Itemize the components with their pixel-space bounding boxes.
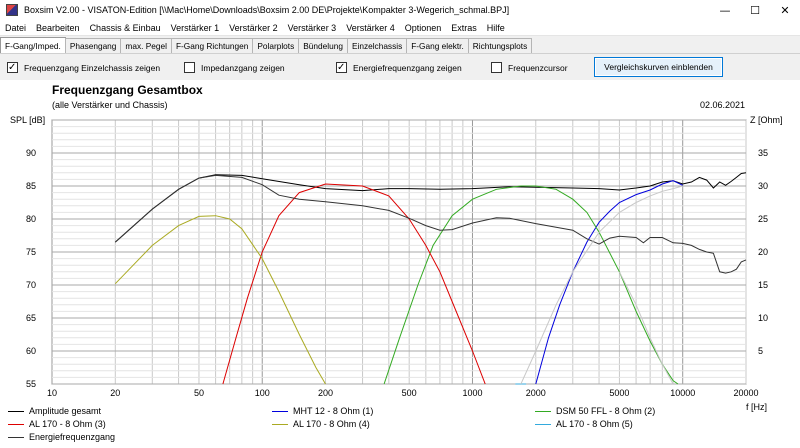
y-tick-label: 65 [26, 313, 36, 323]
option-impedanz-label: Impedanzgang zeigen [201, 62, 285, 73]
x-tick-label: 200 [318, 388, 333, 398]
legend-swatch [8, 436, 24, 438]
y-tick-label: 90 [26, 148, 36, 158]
y2-tick-label: 20 [758, 247, 768, 257]
legend-label: MHT 12 - 8 Ohm (1) [293, 406, 374, 416]
option-impedanz[interactable]: Impedanzgang zeigen [184, 61, 285, 74]
legend-al170-4: AL 170 - 8 Ohm (4) [272, 419, 370, 429]
x-tick-label: 5000 [609, 388, 629, 398]
plot-panel: Frequenzgang Gesamtbox (alle Verstärker … [0, 80, 800, 448]
y-tick-label: 60 [26, 346, 36, 356]
y2-tick-label: 30 [758, 181, 768, 191]
tab-buendelung[interactable]: Bündelung [298, 38, 348, 53]
x-tick-label: 50 [194, 388, 204, 398]
y-tick-label: 85 [26, 181, 36, 191]
menu-hilfe[interactable]: Hilfe [482, 23, 510, 33]
y2-tick-label: 10 [758, 313, 768, 323]
tab-bar: F-Gang/Imped. Phasengang max. Pegel F-Ga… [0, 37, 800, 53]
app-icon [6, 4, 18, 16]
y2-tick-label: 25 [758, 214, 768, 224]
menu-optionen[interactable]: Optionen [400, 23, 447, 33]
tab-max-pegel[interactable]: max. Pegel [120, 38, 172, 53]
tab-fgang-elektr[interactable]: F-Gang elektr. [406, 38, 469, 53]
tab-fgang-richtungen[interactable]: F-Gang Richtungen [170, 38, 254, 53]
menu-bar: Datei Bearbeiten Chassis & Einbau Verstä… [0, 20, 800, 36]
legend-al170-5: AL 170 - 8 Ohm (5) [535, 419, 633, 429]
legend-swatch [535, 410, 551, 412]
legend-amplitude-gesamt: Amplitude gesamt [8, 406, 101, 416]
menu-datei[interactable]: Datei [0, 23, 31, 33]
x-tick-label: 1000 [462, 388, 482, 398]
y-tick-label: 70 [26, 280, 36, 290]
legend-swatch [8, 423, 24, 425]
legend-label: Amplitude gesamt [29, 406, 102, 416]
option-energiefrequenzgang[interactable]: Energiefrequenzgang zeigen [336, 61, 462, 74]
legend-label: Energiefrequenzgang [29, 432, 116, 442]
checkbox-energiefrequenzgang[interactable] [336, 62, 347, 73]
close-button[interactable]: ✕ [770, 0, 800, 20]
legend-label: AL 170 - 8 Ohm (3) [29, 419, 106, 429]
legend-swatch [272, 410, 288, 412]
x-tick-label: 20000 [733, 388, 758, 398]
tab-polarplots[interactable]: Polarplots [252, 38, 300, 53]
option-einzelchassis-label: Frequenzgang Einzelchassis zeigen [24, 62, 161, 73]
series-al-170-8-ohm-4 [114, 215, 326, 385]
menu-verstaerker-4[interactable]: Verstärker 4 [341, 23, 400, 33]
tab-fgang-imped[interactable]: F-Gang/Imped. [0, 37, 66, 53]
title-bar: Boxsim V2.00 - VISATON-Edition [\\Mac\Ho… [0, 0, 800, 20]
y2-tick-label: 15 [758, 280, 768, 290]
checkbox-einzelchassis[interactable] [7, 62, 18, 73]
legend-dsm50: DSM 50 FFL - 8 Ohm (2) [535, 406, 655, 416]
maximize-button[interactable]: ☐ [740, 0, 770, 20]
menu-chassis-einbau[interactable]: Chassis & Einbau [85, 23, 166, 33]
legend-swatch [535, 423, 551, 425]
x-tick-label: 2000 [526, 388, 546, 398]
menu-verstaerker-1[interactable]: Verstärker 1 [166, 23, 225, 33]
legend-energiefrequenzgang: Energiefrequenzgang [8, 432, 115, 442]
tab-einzelchassis[interactable]: Einzelchassis [346, 38, 408, 53]
menu-verstaerker-3[interactable]: Verstärker 3 [283, 23, 342, 33]
options-bar: Frequenzgang Einzelchassis zeigen Impeda… [0, 53, 800, 80]
window-title: Boxsim V2.00 - VISATON-Edition [\\Mac\Ho… [24, 5, 510, 15]
legend-swatch [8, 410, 24, 412]
checkbox-impedanz[interactable] [184, 62, 195, 73]
y2-tick-label: 5 [758, 346, 763, 356]
x-tick-label: 20 [110, 388, 120, 398]
compare-curves-button[interactable]: Vergleichskurven einblenden [594, 57, 723, 77]
x-tick-label: 10000 [670, 388, 695, 398]
frequency-response-chart: 10 20 50 100 200 500 1000 2000 5000 10000 20000 55 6… [26, 119, 768, 398]
x-tick-label: 100 [255, 388, 270, 398]
series-comparison-8 [618, 271, 674, 385]
y-tick-label: 80 [26, 214, 36, 224]
legend-mht12: MHT 12 - 8 Ohm (1) [272, 406, 373, 416]
y-tick-label: 75 [26, 247, 36, 257]
menu-bearbeiten[interactable]: Bearbeiten [31, 23, 85, 33]
checkbox-frequenzcursor[interactable] [491, 62, 502, 73]
option-frequenzcursor[interactable]: Frequenzcursor [491, 61, 568, 74]
legend-label: AL 170 - 8 Ohm (4) [293, 419, 370, 429]
y-tick-label: 55 [26, 379, 36, 389]
legend-al170-3: AL 170 - 8 Ohm (3) [8, 419, 106, 429]
x-tick-label: 10 [47, 388, 57, 398]
legend-label: AL 170 - 8 Ohm (5) [556, 419, 633, 429]
tab-phasengang[interactable]: Phasengang [64, 38, 122, 53]
option-energiefrequenzgang-label: Energiefrequenzgang zeigen [353, 62, 462, 73]
x-tick-label: 500 [402, 388, 417, 398]
legend-swatch [272, 423, 288, 425]
option-frequenzcursor-label: Frequenzcursor [508, 62, 568, 73]
legend-label: DSM 50 FFL - 8 Ohm (2) [556, 406, 656, 416]
tab-richtungsplots[interactable]: Richtungsplots [467, 38, 533, 53]
minimize-button[interactable]: — [710, 0, 740, 20]
menu-verstaerker-2[interactable]: Verstärker 2 [224, 23, 283, 33]
menu-extras[interactable]: Extras [446, 23, 482, 33]
series-mht-12-8-ohm-1 [535, 180, 683, 385]
option-einzelchassis[interactable]: Frequenzgang Einzelchassis zeigen [7, 61, 160, 74]
y2-tick-label: 35 [758, 148, 768, 158]
